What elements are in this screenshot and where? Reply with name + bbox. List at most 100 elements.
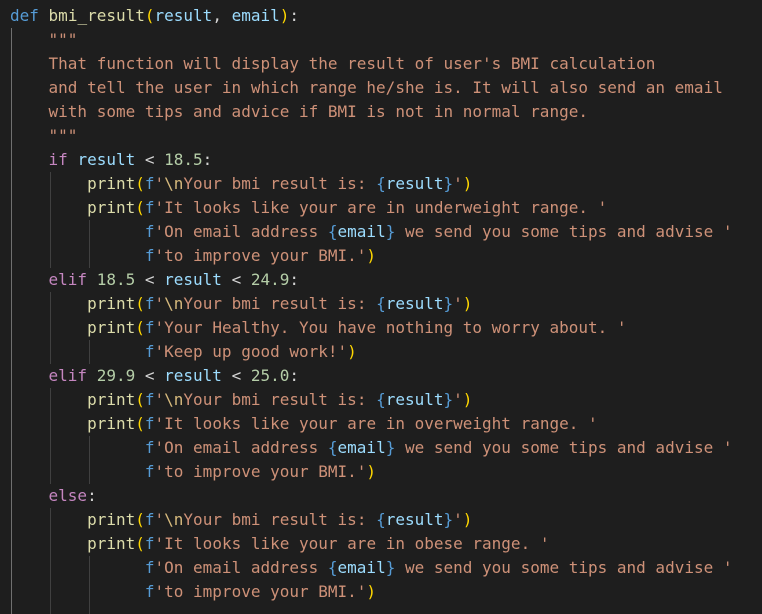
code-line[interactable]: print(f'It looks like your are in overwe…: [10, 412, 598, 436]
code-line[interactable]: print(f'\nYour bmi result is: {result}'): [10, 388, 472, 412]
code-token-paren: (: [135, 318, 145, 337]
code-token-string: 'to improve your BMI.': [154, 582, 367, 601]
code-token-paren: (: [135, 174, 145, 193]
code-token-param: result: [154, 6, 213, 25]
code-token-string: 'On email address: [154, 438, 328, 457]
code-token-string: 'to improve your BMI.': [154, 246, 367, 265]
code-token-plain: <: [221, 366, 251, 385]
code-token-keyword: f: [144, 174, 155, 193]
code-token-keyword: }: [443, 174, 454, 193]
code-token-param: result: [385, 294, 444, 313]
code-token-keyword: }: [443, 294, 454, 313]
code-line[interactable]: f'On email address {email} we send you s…: [10, 556, 733, 580]
code-line[interactable]: """: [10, 28, 78, 52]
code-line[interactable]: f'Keep up good work!'): [10, 340, 357, 364]
code-token-keyword: f: [144, 438, 155, 457]
code-token-string: 'It looks like your are in overweight ra…: [154, 414, 598, 433]
code-token-keyword: }: [443, 510, 454, 529]
code-token-number: 25.0: [250, 366, 290, 385]
code-token-string: """: [48, 30, 78, 49]
code-editor[interactable]: def bmi_result(result, email): """ That …: [0, 0, 762, 614]
code-line[interactable]: f'to improve your BMI.'): [10, 460, 376, 484]
code-line[interactable]: if result < 18.5:: [10, 148, 213, 172]
code-token-paren: (: [135, 534, 145, 553]
code-token-func: print: [87, 318, 136, 337]
code-token-keyword: }: [385, 558, 396, 577]
code-token-plain: <: [135, 366, 165, 385]
code-token-string: ': [453, 510, 463, 529]
code-token-plain: :: [87, 486, 97, 505]
code-token-plain: :: [289, 6, 300, 25]
code-line[interactable]: and tell the user in which range he/she …: [10, 76, 723, 100]
code-token-plain: <: [221, 270, 251, 289]
code-token-param: result: [385, 174, 444, 193]
code-line[interactable]: print(f'Your Healthy. You have nothing t…: [10, 316, 627, 340]
code-line[interactable]: print(f'\nYour bmi result is: {result}'): [10, 292, 472, 316]
code-token-func: bmi_result: [48, 6, 145, 25]
code-line[interactable]: f'to improve your BMI.'): [10, 244, 376, 268]
code-token-paren: ): [366, 462, 377, 481]
code-line[interactable]: f'On email address {email} we send you s…: [10, 220, 733, 244]
code-token-keyword: {: [376, 174, 386, 193]
code-token-escape: \n: [164, 510, 184, 529]
code-token-keyword: f: [144, 342, 155, 361]
code-token-param: result: [77, 150, 136, 169]
code-line[interactable]: """: [10, 124, 78, 148]
code-token-string: 'On email address: [154, 222, 328, 241]
code-token-paren: ): [462, 174, 473, 193]
code-line[interactable]: print(f'It looks like your are in underw…: [10, 196, 607, 220]
code-token-string: Your bmi result is:: [183, 174, 377, 193]
code-token-control: elif: [48, 366, 88, 385]
code-token-string: we send you some tips and advise ': [395, 222, 733, 241]
code-token-keyword: f: [144, 222, 155, 241]
code-token-string: 'Your Healthy. You have nothing to worry…: [154, 318, 627, 337]
code-token-keyword: f: [144, 198, 155, 217]
code-line[interactable]: That function will display the result of…: [10, 52, 656, 76]
code-token-plain: ,: [212, 6, 232, 25]
code-token-func: print: [87, 414, 136, 433]
code-line[interactable]: f'On email address {email} we send you s…: [10, 436, 733, 460]
code-line[interactable]: print(f'\nYour bmi result is: {result}'): [10, 172, 472, 196]
code-token-param: result: [164, 366, 222, 385]
code-line[interactable]: print(f'\nYour bmi result is: {result}'): [10, 508, 472, 532]
code-token-string: and tell the user in which range he/she …: [48, 78, 723, 97]
code-token-escape: \n: [164, 174, 184, 193]
code-token-keyword: }: [385, 438, 396, 457]
code-token-keyword: {: [376, 294, 386, 313]
code-token-param: email: [337, 438, 386, 457]
code-token-string: 'to improve your BMI.': [154, 462, 367, 481]
code-line[interactable]: f'to improve your BMI.'): [10, 580, 376, 604]
code-token-param: email: [231, 6, 280, 25]
code-token-string: ': [154, 390, 165, 409]
code-line[interactable]: else:: [10, 484, 97, 508]
code-token-paren: ): [462, 390, 473, 409]
code-line[interactable]: def bmi_result(result, email):: [10, 4, 299, 28]
code-token-number: 18.5: [96, 270, 136, 289]
code-token-keyword: def: [10, 6, 39, 25]
code-token-keyword: f: [144, 414, 155, 433]
code-line[interactable]: print(f'It looks like your are in obese …: [10, 532, 549, 556]
code-token-string: ': [453, 390, 463, 409]
code-token-string: we send you some tips and advise ': [395, 558, 733, 577]
code-token-keyword: f: [144, 462, 155, 481]
code-token-keyword: }: [385, 222, 396, 241]
code-line[interactable]: with some tips and advice if BMI is not …: [10, 100, 588, 124]
code-line[interactable]: elif 29.9 < result < 25.0:: [10, 364, 299, 388]
code-line[interactable]: elif 18.5 < result < 24.9:: [10, 268, 299, 292]
